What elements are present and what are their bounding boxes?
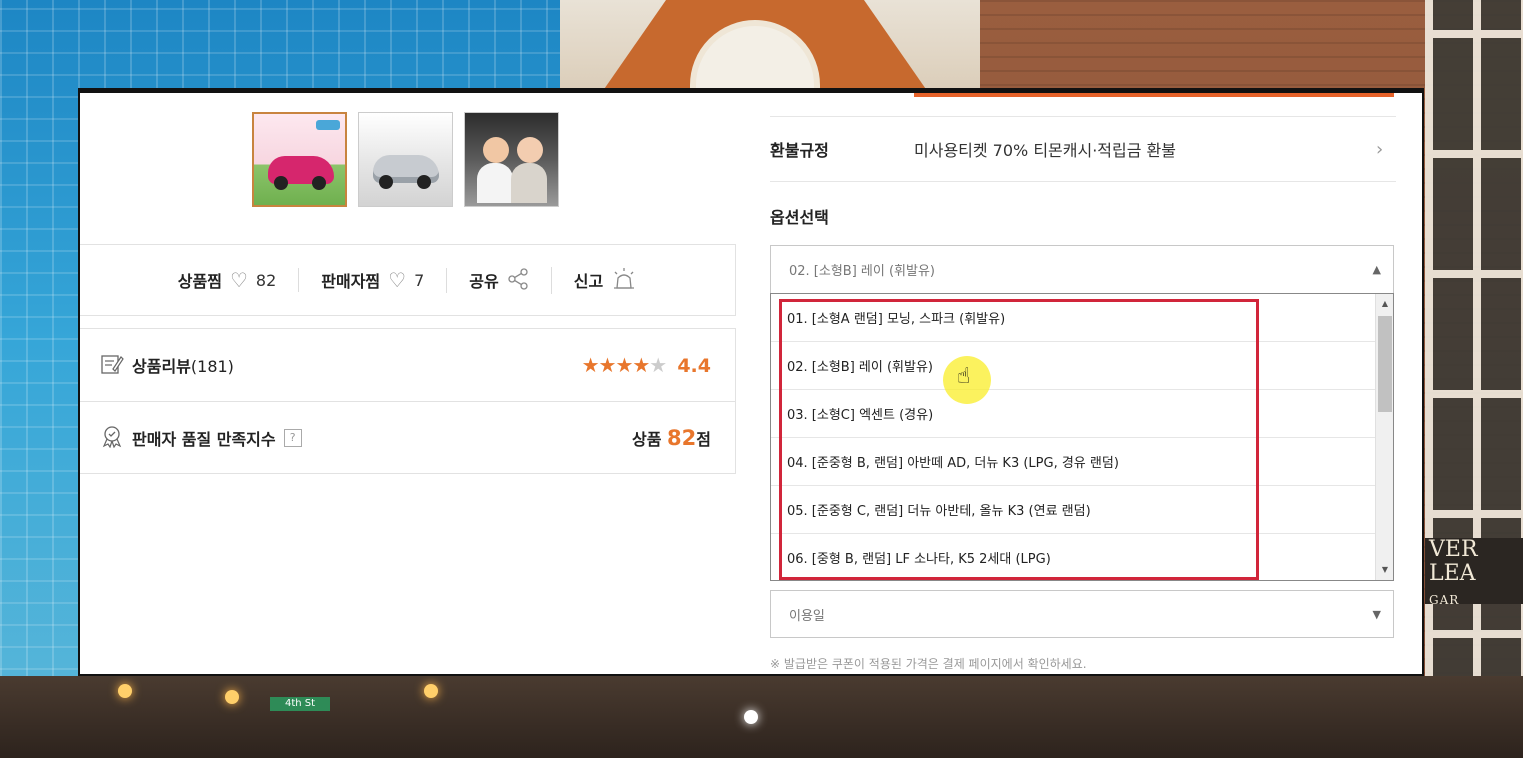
siren-icon [611, 267, 637, 294]
rating-value: 4.4 [677, 355, 711, 377]
product-actions-bar: 상품찜 ♡ 82 판매자찜 ♡ 7 공유 신고 [80, 244, 736, 316]
heart-icon: ♡ [388, 268, 407, 292]
street-light [225, 690, 239, 704]
wheel-icon [417, 175, 431, 189]
seller-quality-label-group: 판매자 품질 만족지수 ? [100, 424, 302, 451]
option-list: 01. [소형A 랜덤] 모닝, 스파크 (휘발유) 02. [소형B] 레이 … [771, 294, 1375, 580]
scroll-down-arrow-icon[interactable]: ▼ [1376, 562, 1394, 578]
caret-up-icon: ▲ [1372, 263, 1381, 276]
share-label: 공유 [469, 272, 499, 291]
edit-note-icon [100, 353, 124, 378]
rating-group: ★★★★★ 4.4 [582, 353, 711, 377]
seller-wish-count: 7 [414, 270, 425, 290]
wish-button[interactable]: 상품찜 ♡ 82 [156, 268, 298, 292]
option-section-title: 옵션선택 [770, 208, 829, 227]
person-icon [517, 137, 543, 163]
help-icon[interactable]: ? [283, 428, 302, 447]
silver-sedan-thumbnail[interactable] [358, 112, 453, 207]
share-button[interactable]: 공유 [446, 267, 550, 293]
wish-count: 82 [255, 270, 277, 290]
report-label: 신고 [573, 272, 604, 291]
store-sign: VER LEA GAR LOUNGE [1425, 538, 1523, 604]
coupon-note: ※ 발급받은 쿠폰이 적용된 가격은 결제 페이지에서 확인하세요. [770, 657, 1087, 671]
review-count: (181) [190, 357, 234, 376]
option-item[interactable]: 05. [준중형 C, 랜덤] 더뉴 아반테, 올뉴 K3 (연료 랜덤) [771, 486, 1375, 534]
date-placeholder: 이용일 [789, 608, 825, 624]
score-prefix: 상품 [632, 429, 662, 449]
refund-label: 환불규정 [770, 141, 829, 160]
score-value: 82 [667, 425, 697, 450]
scrollbar-thumb[interactable] [1378, 316, 1392, 412]
person-body [511, 163, 547, 203]
review-label: 상품리뷰(181) [132, 353, 234, 377]
wheel-icon [274, 176, 288, 190]
product-left-column: 상품찜 ♡ 82 판매자찜 ♡ 7 공유 신고 상품리뷰(181) ★★★★★ … [80, 93, 736, 674]
product-panel: 상품찜 ♡ 82 판매자찜 ♡ 7 공유 신고 상품리뷰(181) ★★★★★ … [78, 88, 1424, 676]
building-windows [1425, 0, 1523, 758]
option-item[interactable]: 03. [소형C] 엑센트 (경유) [771, 390, 1375, 438]
star-rating: ★★★★★ [581, 353, 668, 377]
quality-badge-icon [100, 424, 124, 451]
dropdown-scrollbar[interactable]: ▲ ▼ [1375, 294, 1393, 580]
pink-car-thumbnail[interactable] [252, 112, 347, 207]
review-label-text: 상품리뷰 [132, 357, 191, 376]
caret-down-icon: ▼ [1372, 607, 1381, 621]
seller-quality-row: 판매자 품질 만족지수 ? 상품 82점 [80, 401, 735, 473]
heart-icon: ♡ [229, 268, 248, 292]
score-suffix: 점 [696, 429, 711, 449]
star-empty-icon: ★ [649, 353, 667, 377]
person-body [477, 163, 513, 203]
refund-value: 미사용티켓 70% 티몬캐시·적립금 환불 [914, 141, 1176, 160]
seller-wish-label: 판매자찜 [321, 272, 381, 291]
seller-wish-button[interactable]: 판매자찜 ♡ 7 [298, 268, 446, 292]
report-button[interactable]: 신고 [550, 266, 659, 294]
brand-logo-icon [316, 120, 340, 130]
store-sign-line1: VER LEA [1429, 538, 1478, 586]
street-light [118, 684, 132, 698]
wheel-icon [379, 175, 393, 189]
option-item[interactable]: 02. [소형B] 레이 (휘발유) [771, 342, 1375, 390]
person-icon [483, 137, 509, 163]
option-item[interactable]: 01. [소형A 랜덤] 모닝, 스파크 (휘발유) [771, 294, 1375, 342]
seller-quality-score: 상품 82점 [632, 426, 711, 450]
seller-quality-label: 판매자 품질 만족지수 [132, 429, 276, 449]
option-dropdown-list: 01. [소형A 랜덤] 모닝, 스파크 (휘발유) 02. [소형B] 레이 … [770, 293, 1394, 581]
option-selected-value: 02. [소형B] 레이 (휘발유) [789, 264, 935, 279]
chevron-right-icon: › [1376, 138, 1384, 160]
review-section: 상품리뷰(181) ★★★★★ 4.4 판매자 품질 만족지수 ? 상품 82점 [80, 328, 736, 474]
thumbnail-gallery [252, 112, 559, 207]
tab-indicator [914, 93, 1394, 97]
street-sign: 4th St [270, 697, 330, 711]
hand-cursor-icon: ☝ [957, 364, 971, 389]
date-select[interactable]: 이용일 ▼ [770, 590, 1394, 638]
option-item[interactable]: 06. [중형 B, 랜덤] LF 소나타, K5 2세대 (LPG) [771, 534, 1375, 580]
couple-in-car-thumbnail[interactable] [464, 112, 559, 207]
scroll-up-arrow-icon[interactable]: ▲ [1376, 296, 1394, 312]
share-icon [507, 267, 529, 293]
store-sign-line2: GAR LOUNGE [1429, 593, 1460, 604]
wish-label: 상품찜 [177, 272, 222, 291]
street-light [424, 684, 438, 698]
street-scene [0, 676, 1523, 758]
option-item[interactable]: 04. [준중형 B, 랜덤] 아반떼 AD, 더뉴 K3 (LPG, 경유 랜… [771, 438, 1375, 486]
product-options-column: 환불규정 미사용티켓 70% 티몬캐시·적립금 환불 › 옵션선택 02. [소… [770, 93, 1396, 674]
refund-policy-row[interactable]: 환불규정 미사용티켓 70% 티몬캐시·적립금 환불 › [770, 116, 1396, 182]
street-light [744, 710, 758, 724]
option-select[interactable]: 02. [소형B] 레이 (휘발유) ▲ [770, 245, 1394, 293]
review-label-group: 상품리뷰(181) [100, 353, 234, 378]
review-row[interactable]: 상품리뷰(181) ★★★★★ 4.4 [80, 329, 735, 401]
wheel-icon [312, 176, 326, 190]
